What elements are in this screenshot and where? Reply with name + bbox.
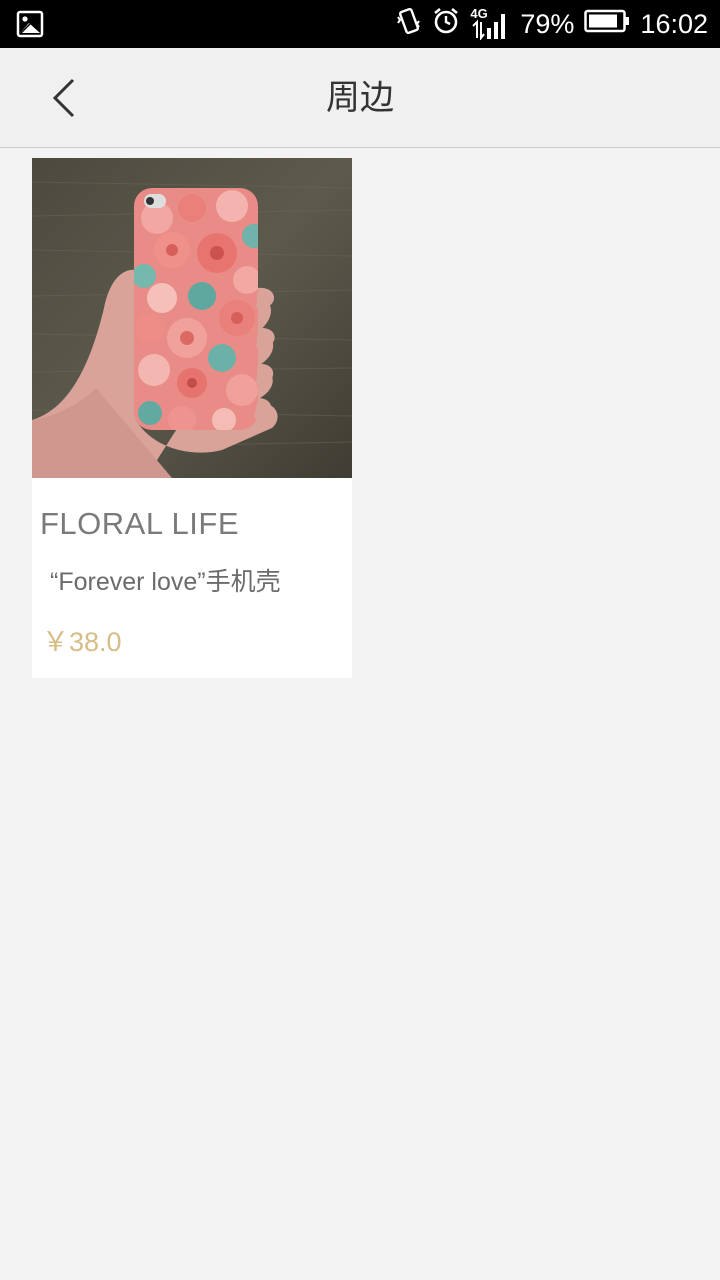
alarm-icon — [432, 7, 460, 42]
chevron-left-icon — [52, 78, 75, 118]
back-button[interactable] — [34, 68, 94, 128]
app-header: 周边 — [0, 48, 720, 148]
status-bar: 4G 79% 16:02 — [0, 0, 720, 48]
product-name: “Forever love”手机壳 — [50, 568, 281, 596]
product-price: ￥38.0 — [42, 627, 122, 657]
battery-percent: 79% — [520, 8, 575, 39]
clock: 16:02 — [640, 8, 708, 39]
page-title: 周边 — [326, 78, 394, 118]
battery-icon — [584, 9, 630, 40]
signal-icon: 4G — [470, 6, 510, 40]
gallery-icon — [16, 10, 44, 38]
product-image[interactable] — [32, 158, 352, 478]
vibrate-icon — [396, 7, 422, 42]
product-brand: FLORAL LIFE — [40, 506, 240, 541]
product-card[interactable]: FLORAL LIFE “Forever love”手机壳 ￥38.0 — [32, 158, 352, 678]
status-right-group: 4G 79% 16:02 — [396, 0, 708, 48]
